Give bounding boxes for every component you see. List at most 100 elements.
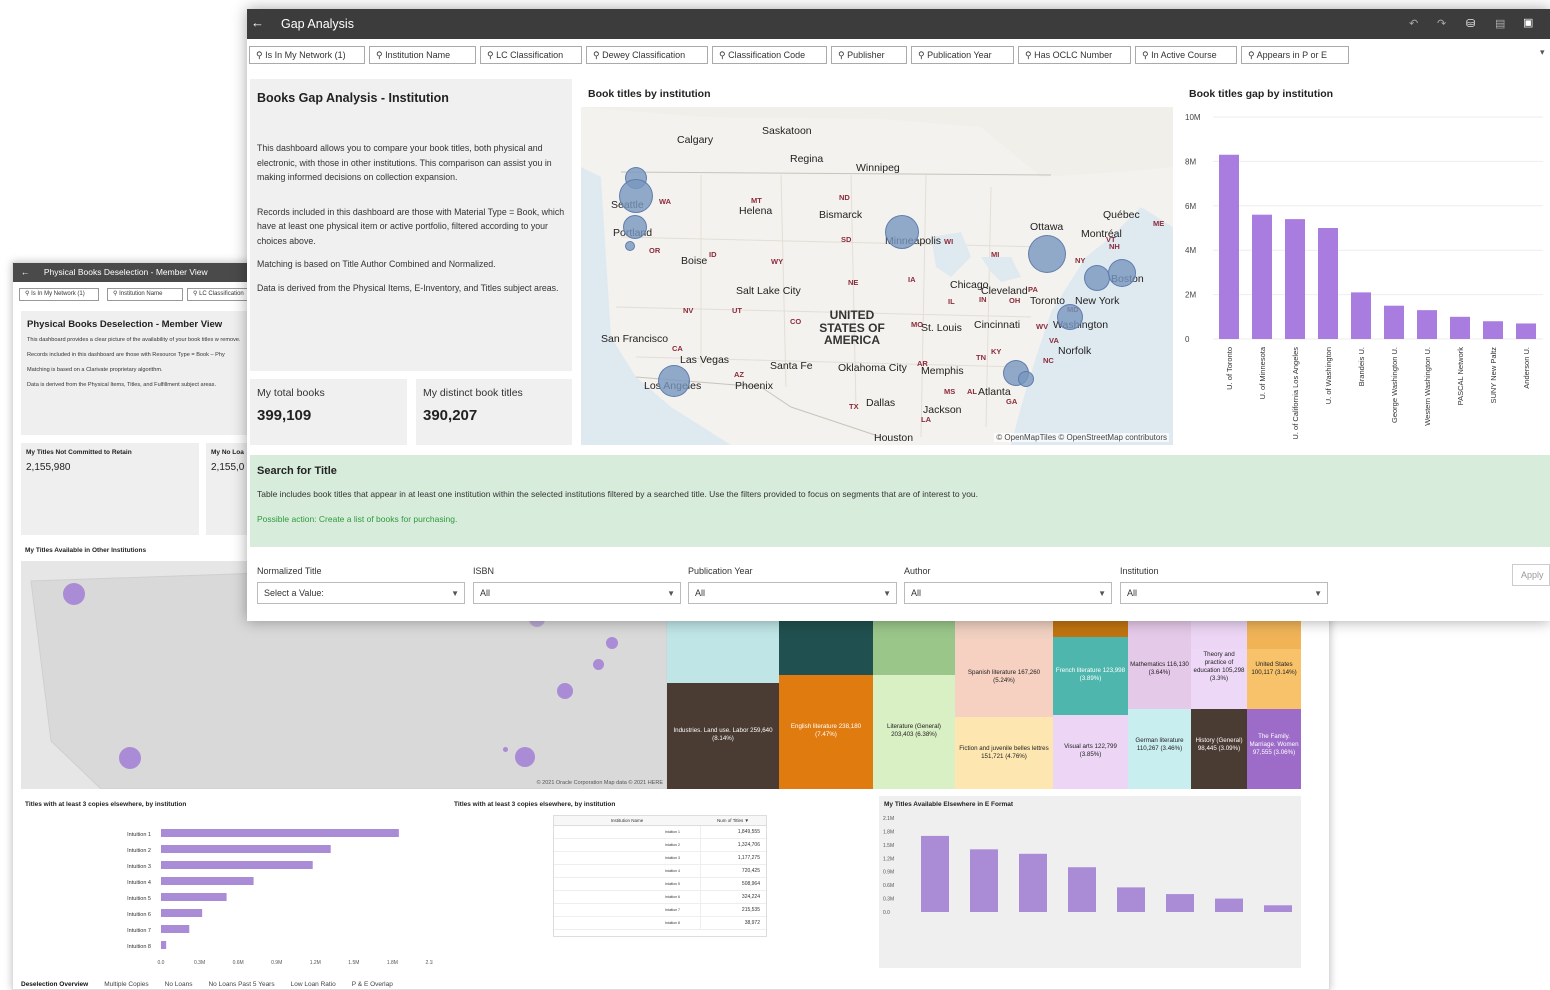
chip-pub-year[interactable]: ⚲ Publication Year [911,46,1014,64]
redo-icon[interactable]: ↷ [1437,17,1446,30]
back-map-bubble[interactable] [119,747,141,769]
back-map-bubble[interactable] [606,637,618,649]
map-bubble[interactable] [619,179,653,213]
chevron-down-icon[interactable]: ▾ [1540,47,1545,58]
map-bubble[interactable] [623,215,647,239]
chip-lc[interactable]: ⚲ LC Classification [480,46,582,64]
chip-institution[interactable]: ⚲ Institution Name [107,288,183,301]
map-bubble[interactable] [1057,304,1083,330]
treemap-cell[interactable]: History (General) 98,445 (3.09%) [1191,709,1247,789]
export-icon[interactable]: ⛁ [1466,17,1475,30]
table-row[interactable]: Intuition 8 38,972 [554,917,766,930]
treemap-cell[interactable]: Literature (General) 203,403 (6.38%) [873,675,955,789]
back-map-bubble[interactable] [557,683,573,699]
treemap-cell[interactable]: Fiction and juvenile belles lettres 151,… [955,717,1053,789]
table-row[interactable]: Intuition 4 720,425 [554,865,766,878]
treemap-cell[interactable] [667,619,779,683]
treemap-cell[interactable] [873,619,955,675]
table-cell-count: 1,177,275 [700,852,766,864]
back-map-bubble[interactable] [503,747,508,752]
map-state-oh: OH [1009,296,1021,305]
comment-icon[interactable]: ▤ [1495,17,1505,30]
filter-isbn[interactable]: All ▼ [473,582,681,604]
treemap-cell[interactable] [955,619,1053,639]
intro-text-3: Matching is based on a Clarivate proprie… [27,367,163,373]
map-bubble[interactable] [625,241,635,251]
treemap-cell[interactable] [779,619,873,675]
table-cell-institution: Intuition 7 [664,908,680,912]
treemap-cell[interactable]: Visual arts 122,799 (3.85%) [1053,715,1128,789]
table-row[interactable]: Intuition 5 508,964 [554,878,766,891]
back-arrow-icon[interactable]: ← [21,267,30,277]
treemap-cell[interactable] [1191,619,1247,649]
treemap-cell[interactable]: United States 100,117 (3.14%) [1247,649,1301,709]
filter-normalized-title[interactable]: Select a Value: ▼ [257,582,465,604]
map-state-wa: WA [659,197,672,206]
chip-p-or-e[interactable]: ⚲ Appears in P or E [1241,46,1349,64]
tab-no-loans-5-years[interactable]: No Loans Past 5 Years [208,981,274,988]
chip-network[interactable]: ⚲ Is In My Network (1) [19,288,99,301]
pin-icon: ⚲ [593,50,603,60]
treemap-cell[interactable]: The Family. Marriage. Women 97,555 (3.06… [1247,709,1301,789]
efmt-y-tick: 0.3M [883,897,894,903]
treemap-cell[interactable] [1247,619,1301,649]
table-header-institution[interactable]: Institution Name [554,816,700,825]
treemap-cell[interactable]: Mathematics 116,130 (3.64%) [1128,649,1191,709]
filter-publication-year[interactable]: All ▼ [688,582,897,604]
filter-label-title: Normalized Title [257,566,322,576]
present-icon[interactable]: ▣ [1523,16,1533,29]
map-state-la: LA [921,415,931,424]
treemap-cell[interactable]: English literature 238,180 (7.47%) [779,675,873,789]
tab-low-loan-ratio[interactable]: Low Loan Ratio [291,981,336,988]
pin-icon: ⚲ [1142,50,1152,60]
treemap-cell[interactable]: French literature 123,998 (3.89%) [1053,637,1128,715]
efmt-bar [1264,905,1292,912]
table-row[interactable]: Intuition 7 215,535 [554,904,766,917]
treemap-cell[interactable]: Industries. Land use. Labor 259,640 (8.1… [667,683,779,789]
efmt-bar [970,849,998,912]
map-bubble[interactable] [885,215,919,249]
chip-publisher[interactable]: ⚲ Publisher [831,46,907,64]
chip-active-course[interactable]: ⚲ In Active Course [1135,46,1237,64]
map-bubble[interactable] [1108,259,1136,287]
back-map-bubble[interactable] [515,747,535,767]
back-arrow-icon[interactable]: ← [251,15,264,30]
chip-network[interactable]: ⚲ Is In My Network (1) [249,46,365,64]
chip-label: Has OCLC Number [1034,50,1113,60]
efmt-bar [1019,853,1047,912]
map-bubble[interactable] [1018,371,1034,387]
map-bubble[interactable] [658,365,690,397]
back-map-bubble[interactable] [593,659,604,670]
map-bubble[interactable] [1028,235,1066,273]
chip-institution[interactable]: ⚲ Institution Name [369,46,476,64]
filter-institution[interactable]: All ▼ [1120,582,1328,604]
apply-button[interactable]: Apply [1512,564,1550,586]
table-row[interactable]: Intuition 6 324,224 [554,891,766,904]
x-tick-label: Anderson U. [1522,347,1531,389]
undo-icon[interactable]: ↶ [1409,17,1418,30]
titles-map[interactable]: Calgary Saskatoon Regina Winnipeg Seattl… [581,107,1173,445]
chip-class-code[interactable]: ⚲ Classification Code [712,46,827,64]
map-state-wi: WI [944,237,954,246]
treemap-cell[interactable] [1128,619,1191,649]
chip-label: Is In My Network (1) [31,291,85,297]
filter-author[interactable]: All ▼ [904,582,1112,604]
table-row[interactable]: Intuition 2 1,324,706 [554,839,766,852]
table-cell-institution: Intuition 6 [664,895,680,899]
map-state-ky: KY [991,347,1002,356]
table-row[interactable]: Intuition 1 1,849,555 [554,826,766,839]
back-map-bubble[interactable] [63,583,85,605]
treemap-cell[interactable]: Spanish literature 167,260 (5.24%) [955,639,1053,717]
tab-p-e-overlap[interactable]: P & E Overlap [352,981,393,988]
table-row[interactable]: Intuition 3 1,177,275 [554,852,766,865]
chip-dewey[interactable]: ⚲ Dewey Classification [586,46,708,64]
tab-no-loans[interactable]: No Loans [165,981,193,988]
table-header-titles[interactable]: Num of Titles ▼ [700,816,766,825]
chip-oclc[interactable]: ⚲ Has OCLC Number [1018,46,1131,64]
tab-deselection-overview[interactable]: Deselection Overview [21,981,88,988]
map-bubble[interactable] [1084,265,1110,291]
treemap-cell[interactable]: German literature 110,267 (3.46%) [1128,709,1191,789]
treemap-cell[interactable]: Theory and practice of education 105,298… [1191,649,1247,709]
tab-multiple-copies[interactable]: Multiple Copies [104,981,148,988]
treemap-cell[interactable] [1053,619,1128,637]
